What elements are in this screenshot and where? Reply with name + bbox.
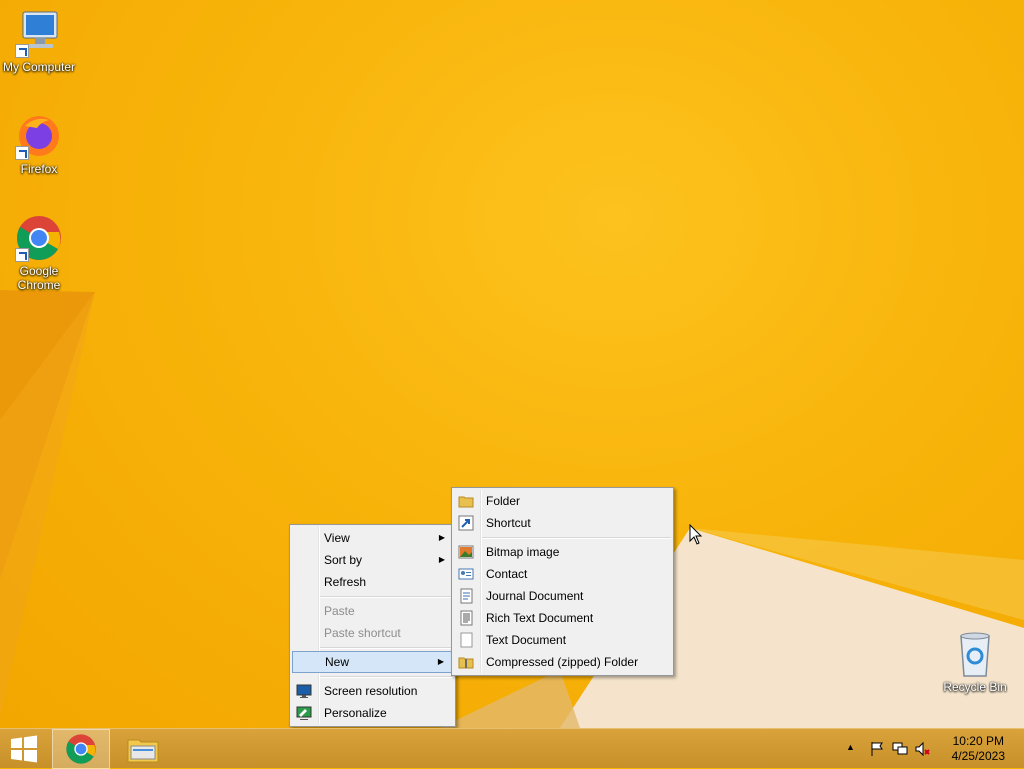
journal-icon <box>460 588 473 604</box>
menu-item-label: Paste <box>324 604 355 618</box>
shortcut-icon <box>458 515 474 531</box>
screen-resolution-icon <box>296 684 312 698</box>
menu-item-paste: Paste <box>292 600 453 622</box>
menu-item-paste-shortcut: Paste shortcut <box>292 622 453 644</box>
shortcut-arrow-icon <box>15 248 29 262</box>
submenu-item-text-document[interactable]: Text Document <box>454 629 671 651</box>
desktop[interactable]: My Computer Firefox Google Chrome Recycl… <box>0 0 1024 728</box>
start-button[interactable] <box>0 729 48 769</box>
windows-logo-icon <box>11 735 37 763</box>
menu-item-sort-by[interactable]: Sort by ▶ <box>292 549 453 571</box>
menu-item-label: Paste shortcut <box>324 626 401 640</box>
bitmap-icon <box>458 545 474 559</box>
submenu-item-rich-text-document[interactable]: Rich Text Document <box>454 607 671 629</box>
menu-item-refresh[interactable]: Refresh <box>292 571 453 593</box>
submenu-arrow-icon: ▶ <box>438 555 445 564</box>
menu-separator <box>320 647 453 649</box>
submenu-item-journal-document[interactable]: Journal Document <box>454 585 671 607</box>
desktop-icon-label: My Computer <box>2 60 76 74</box>
new-submenu: Folder Shortcut Bitmap image Contact Jou… <box>451 487 674 676</box>
desktop-icon-google-chrome[interactable]: Google Chrome <box>0 214 78 292</box>
action-center-flag-icon[interactable] <box>870 741 886 757</box>
mouse-cursor-icon <box>689 524 703 545</box>
clock-date: 4/25/2023 <box>951 749 1005 763</box>
rich-text-icon <box>460 610 473 626</box>
system-tray: ▲ 10:20 PM 4/25/2023 <box>844 729 1024 769</box>
menu-separator <box>320 596 453 598</box>
taskbar-chrome-button[interactable] <box>52 729 110 769</box>
desktop-context-menu: View ▶ Sort by ▶ Refresh Paste Paste sho… <box>289 524 456 727</box>
submenu-arrow-icon: ▶ <box>437 657 444 666</box>
menu-item-label: Bitmap image <box>486 545 560 559</box>
zip-folder-icon <box>458 657 474 669</box>
menu-item-label: Sort by <box>324 553 363 567</box>
network-icon[interactable] <box>892 741 908 757</box>
contact-icon <box>458 568 474 580</box>
menu-item-new[interactable]: New ▶ <box>292 651 453 673</box>
chrome-icon <box>66 734 96 764</box>
menu-separator <box>320 676 453 678</box>
taskbar: ▲ 10:20 PM 4/25/2023 <box>0 728 1024 769</box>
desktop-icon-label: Recycle Bin <box>943 680 1007 694</box>
menu-item-label: Contact <box>486 567 528 581</box>
menu-item-view[interactable]: View ▶ <box>292 527 453 549</box>
desktop-icon-firefox[interactable]: Firefox <box>0 112 78 176</box>
file-explorer-icon <box>127 739 159 763</box>
desktop-icon-label: Firefox <box>20 162 58 176</box>
menu-item-label: Screen resolution <box>324 684 418 698</box>
menu-item-label: Text Document <box>486 633 567 647</box>
menu-item-screen-resolution[interactable]: Screen resolution <box>292 680 453 702</box>
taskbar-file-explorer-button[interactable] <box>114 729 172 769</box>
chrome-icon <box>15 214 63 262</box>
taskbar-clock[interactable]: 10:20 PM 4/25/2023 <box>952 734 1005 764</box>
personalize-icon <box>296 706 312 720</box>
submenu-arrow-icon: ▶ <box>438 533 445 542</box>
recycle-bin-icon <box>951 630 999 678</box>
menu-item-label: New <box>325 655 350 669</box>
volume-muted-icon[interactable] <box>914 741 930 757</box>
menu-item-label: View <box>324 531 350 545</box>
menu-item-label: Journal Document <box>486 589 584 603</box>
firefox-icon <box>15 112 63 160</box>
computer-icon <box>15 10 63 58</box>
menu-item-personalize[interactable]: Personalize <box>292 702 453 724</box>
clock-time: 10:20 PM <box>952 734 1004 748</box>
text-document-icon <box>460 632 473 648</box>
menu-item-label: Refresh <box>324 575 367 589</box>
folder-icon <box>458 496 474 508</box>
show-hidden-icons-button[interactable]: ▲ <box>846 742 855 752</box>
shortcut-arrow-icon <box>15 146 29 160</box>
submenu-item-bitmap-image[interactable]: Bitmap image <box>454 541 671 563</box>
submenu-item-folder[interactable]: Folder <box>454 490 671 512</box>
desktop-icon-label: Google Chrome <box>17 264 61 292</box>
shortcut-arrow-icon <box>15 44 29 58</box>
menu-separator <box>482 537 671 539</box>
menu-item-label: Rich Text Document <box>486 611 594 625</box>
desktop-icon-my-computer[interactable]: My Computer <box>0 10 78 74</box>
menu-item-label: Folder <box>486 494 521 508</box>
menu-item-label: Personalize <box>324 706 387 720</box>
submenu-item-compressed-folder[interactable]: Compressed (zipped) Folder <box>454 651 671 673</box>
submenu-item-contact[interactable]: Contact <box>454 563 671 585</box>
desktop-icon-recycle-bin[interactable]: Recycle Bin <box>936 630 1014 694</box>
submenu-item-shortcut[interactable]: Shortcut <box>454 512 671 534</box>
menu-item-label: Compressed (zipped) Folder <box>486 655 639 669</box>
menu-item-label: Shortcut <box>486 516 531 530</box>
